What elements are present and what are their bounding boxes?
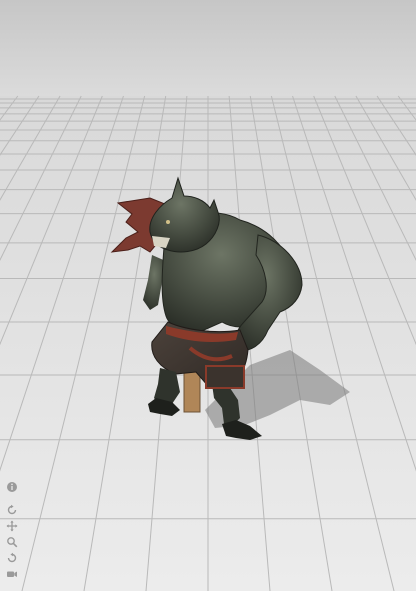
info-button[interactable] (5, 480, 19, 494)
rotate-button[interactable] (5, 503, 19, 517)
3d-viewport[interactable] (0, 0, 416, 591)
rotate-icon (7, 504, 17, 515)
move-button[interactable] (5, 519, 19, 533)
scene-canvas[interactable] (0, 0, 416, 591)
info-icon (7, 482, 17, 492)
backdrop (0, 0, 416, 100)
knee-wrap (205, 365, 245, 389)
camera-icon (7, 571, 17, 577)
zoom-button[interactable] (5, 535, 19, 549)
move-icon (6, 520, 18, 532)
eye (166, 220, 170, 224)
zoom-icon (7, 537, 18, 548)
reset-view-button[interactable] (5, 551, 19, 565)
camera-button[interactable] (5, 567, 19, 581)
reset-view-icon (7, 552, 17, 563)
viewer-toolbar (4, 480, 20, 583)
